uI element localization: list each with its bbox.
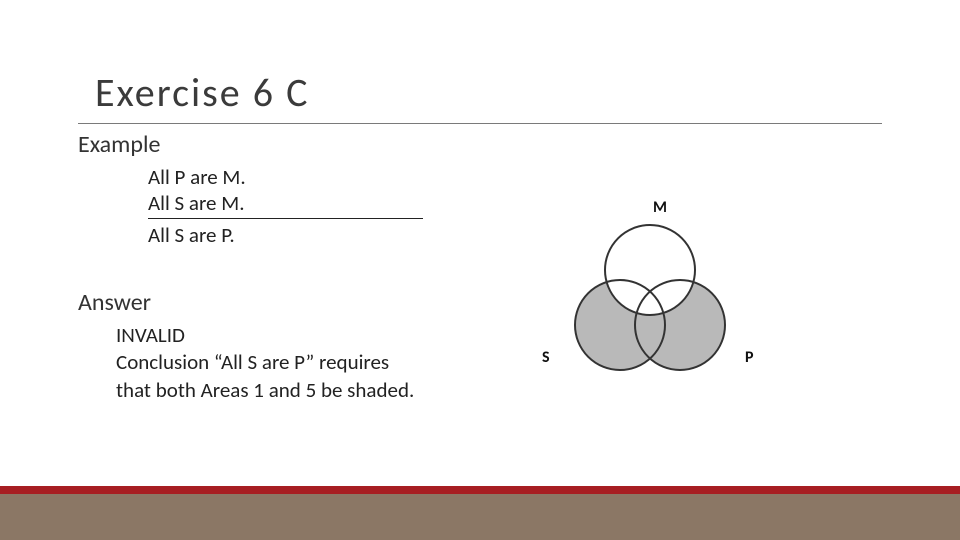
venn-diagram: M S P (540, 200, 760, 400)
answer-verdict: INVALID (116, 322, 456, 349)
premise-1: All P are M. (148, 164, 246, 190)
page-title: Exercise 6 C (95, 68, 309, 117)
footer-accent-bar (0, 486, 960, 494)
title-underline (78, 123, 882, 124)
syllogism-conclusion: All S are P. (148, 222, 235, 248)
venn-label-p: P (745, 348, 754, 367)
premise-block: All P are M. All S are M. (148, 164, 246, 217)
venn-label-s: S (542, 348, 550, 367)
venn-label-m: M (653, 198, 667, 217)
footer-bar (0, 494, 960, 540)
syllogism-rule (148, 218, 423, 219)
answer-line-2: that both Areas 1 and 5 be shaded. (116, 377, 456, 404)
answer-line-1: Conclusion “All S are P” requires (116, 349, 456, 376)
example-heading: Example (78, 130, 160, 159)
slide: Exercise 6 C Example All P are M. All S … (0, 0, 960, 540)
premise-2: All S are M. (148, 190, 246, 216)
answer-body: INVALID Conclusion “All S are P” require… (116, 322, 456, 404)
answer-heading: Answer (78, 288, 151, 317)
